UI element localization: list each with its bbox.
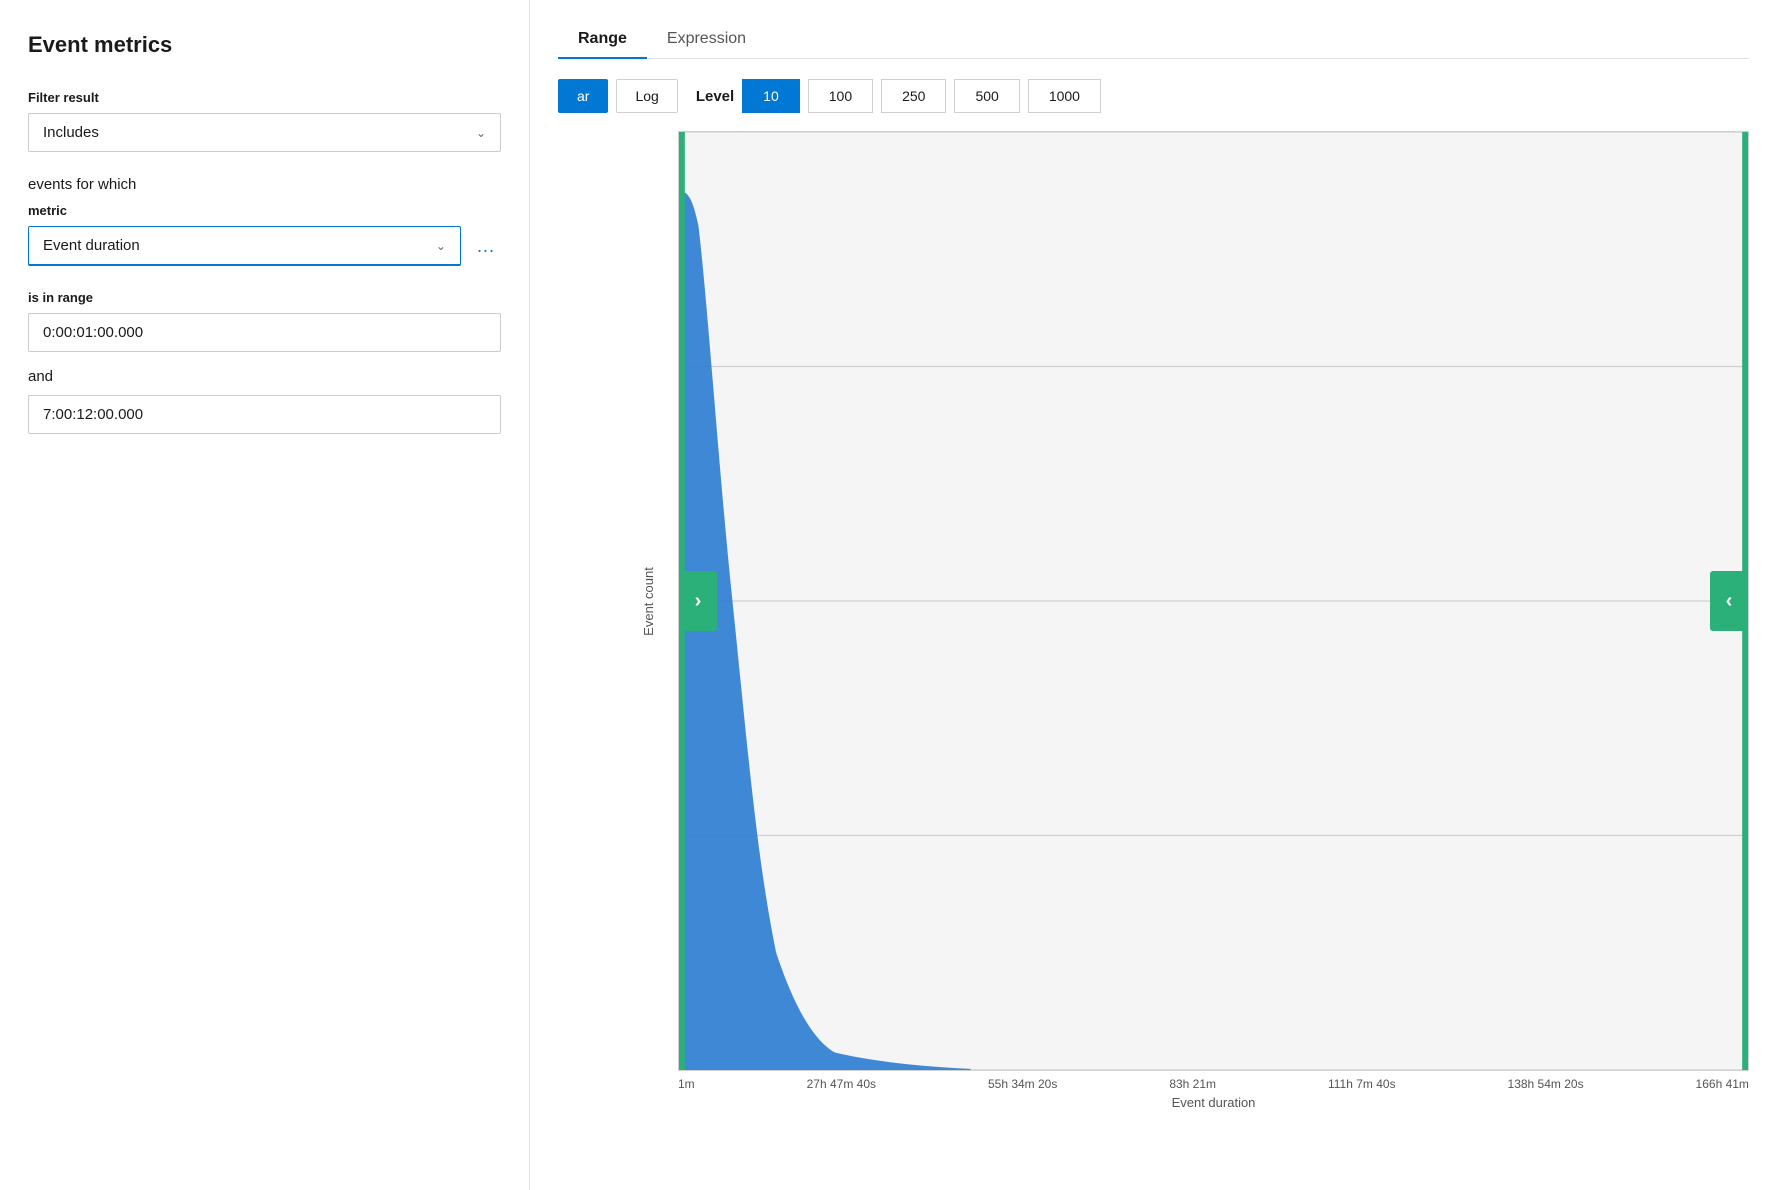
x-label-2: 55h 34m 20s <box>988 1077 1057 1091</box>
x-label-0: 1m <box>678 1077 695 1091</box>
x-label-4: 111h 7m 40s <box>1328 1077 1396 1091</box>
filter-result-chevron-icon: ⌄ <box>476 126 486 140</box>
y-axis-label: Event count <box>641 567 656 636</box>
filter-result-value: Includes <box>43 124 99 141</box>
scale-linear-button[interactable]: ar <box>558 79 608 113</box>
level-500-button[interactable]: 500 <box>954 79 1019 113</box>
left-panel: Event metrics Filter result Includes ⌄ e… <box>0 0 530 1190</box>
range-end-input[interactable] <box>28 395 501 434</box>
level-1000-button[interactable]: 1000 <box>1028 79 1101 113</box>
x-label-1: 27h 47m 40s <box>807 1077 876 1091</box>
x-label-3: 83h 21m <box>1169 1077 1216 1091</box>
level-100-button[interactable]: 100 <box>808 79 873 113</box>
metric-label: metric <box>28 203 501 218</box>
is-in-range-label: is in range <box>28 290 501 305</box>
scale-log-button[interactable]: Log <box>616 79 677 113</box>
tab-expression[interactable]: Expression <box>647 20 766 58</box>
tab-range[interactable]: Range <box>558 20 647 58</box>
right-panel: Range Expression ar Log Level 10 100 250… <box>530 0 1777 1190</box>
level-label: Level <box>696 88 734 105</box>
metric-row: Event duration ⌄ ... <box>28 226 501 266</box>
metric-chevron-icon: ⌄ <box>436 239 446 253</box>
events-for-which-label: events for which <box>28 176 501 193</box>
metric-dropdown[interactable]: Event duration ⌄ <box>28 226 461 266</box>
x-label-5: 138h 54m 20s <box>1508 1077 1584 1091</box>
chart-svg: 2000 1500 1000 500 <box>679 132 1748 1070</box>
x-label-6: 166h 41m <box>1696 1077 1749 1091</box>
metric-ellipsis-button[interactable]: ... <box>471 232 501 261</box>
level-10-button[interactable]: 10 <box>742 79 800 113</box>
filter-result-dropdown[interactable]: Includes ⌄ <box>28 113 501 152</box>
level-250-button[interactable]: 250 <box>881 79 946 113</box>
panel-title: Event metrics <box>28 32 501 58</box>
and-label: and <box>28 368 501 385</box>
chart-container: Event count 2000 1500 1000 500 <box>558 131 1749 1170</box>
x-axis-labels: 1m 27h 47m 40s 55h 34m 20s 83h 21m 111h … <box>678 1071 1749 1091</box>
range-handle-right[interactable]: ‹ <box>1710 571 1748 631</box>
tabs-bar: Range Expression <box>558 20 1749 59</box>
x-axis-label: Event duration <box>678 1095 1749 1110</box>
metric-value: Event duration <box>43 237 140 254</box>
controls-bar: ar Log Level 10 100 250 500 1000 <box>558 79 1749 113</box>
filter-result-label: Filter result <box>28 90 501 105</box>
range-handle-left[interactable]: › <box>679 571 717 631</box>
range-start-input[interactable] <box>28 313 501 352</box>
